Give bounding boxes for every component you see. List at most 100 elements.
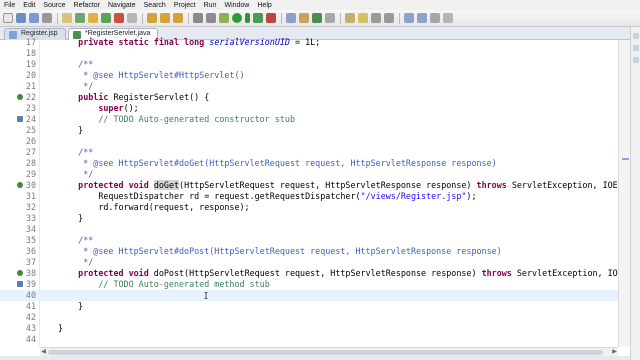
menu-window[interactable]: Window: [224, 2, 249, 9]
run-icon[interactable]: [232, 13, 242, 23]
new-package-icon[interactable]: [299, 13, 309, 23]
current-code-line[interactable]: 40: [0, 290, 618, 301]
external-tools-icon[interactable]: [266, 13, 276, 23]
search-icon[interactable]: [345, 13, 355, 23]
step-return-icon[interactable]: [173, 13, 183, 23]
code-line[interactable]: 19 /**: [0, 59, 618, 70]
code-token: public: [78, 92, 109, 102]
restore-icon[interactable]: [633, 57, 639, 63]
code-line[interactable]: 26: [0, 136, 618, 147]
code-text: public RegisterServlet() {: [58, 92, 209, 103]
code-token: * @see HttpServlet#HttpServlet(): [58, 70, 245, 80]
task-marker-icon[interactable]: [17, 281, 23, 287]
task-marker-icon[interactable]: [17, 116, 23, 122]
pin-editor-icon[interactable]: [443, 13, 453, 23]
scroll-left-icon[interactable]: ◀: [40, 348, 47, 356]
occurrence-marker[interactable]: [622, 158, 629, 160]
step-into-icon[interactable]: [147, 13, 157, 23]
code-editor[interactable]: 17 private static final long serialVersi…: [0, 37, 638, 347]
code-line[interactable]: 37 */: [0, 257, 618, 268]
back-icon[interactable]: [404, 13, 414, 23]
override-marker-icon[interactable]: [17, 94, 23, 100]
code-token: /**: [58, 235, 94, 245]
code-line[interactable]: 44: [0, 334, 618, 345]
toggle-mark-occurrences-icon[interactable]: [358, 13, 368, 23]
code-text: /**: [58, 59, 93, 70]
print-icon[interactable]: [42, 13, 52, 23]
code-line[interactable]: 41 }: [0, 301, 618, 312]
resume-icon[interactable]: [101, 13, 111, 23]
code-line[interactable]: 32 rd.forward(request, response);: [0, 202, 618, 213]
scroll-right-icon[interactable]: ▶: [611, 348, 618, 356]
menu-edit[interactable]: Edit: [23, 2, 35, 9]
code-line[interactable]: 36 * @see HttpServlet#doPost(HttpServlet…: [0, 246, 618, 257]
skip-breakpoints-icon[interactable]: [75, 13, 85, 23]
menu-help[interactable]: Help: [257, 2, 271, 9]
outline-icon[interactable]: [633, 33, 639, 39]
code-line[interactable]: 27 /**: [0, 147, 618, 158]
code-line[interactable]: 24 // TODO Auto-generated constructor st…: [0, 114, 618, 125]
menu-refactor[interactable]: Refactor: [74, 2, 100, 9]
menu-project[interactable]: Project: [174, 2, 196, 9]
disconnect-icon[interactable]: [127, 13, 137, 23]
code-line[interactable]: 38 protected void doPost(HttpServletRequ…: [0, 268, 638, 279]
menu-source[interactable]: Source: [43, 2, 65, 9]
code-line[interactable]: 30 protected void doGet(HttpServletReque…: [0, 180, 633, 191]
new-java-project-icon[interactable]: [286, 13, 296, 23]
code-text: }: [58, 125, 83, 136]
code-line[interactable]: 35 /**: [0, 235, 618, 246]
suspend-icon[interactable]: [88, 13, 98, 23]
code-line[interactable]: 29 */: [0, 169, 618, 180]
code-line[interactable]: 25 }: [0, 125, 618, 136]
open-type-icon[interactable]: [62, 13, 72, 23]
code-line[interactable]: 20 * @see HttpServlet#HttpServlet(): [0, 70, 618, 81]
code-line[interactable]: 39 // TODO Auto-generated method stub: [0, 279, 618, 290]
save-all-icon[interactable]: [29, 13, 39, 23]
tab-label: *RegisterServlet.java: [85, 30, 151, 37]
code-text: /**: [58, 147, 93, 158]
run-dropdown-icon[interactable]: [245, 13, 250, 23]
step-over-icon[interactable]: [160, 13, 170, 23]
override-marker-icon[interactable]: [17, 270, 23, 276]
open-console-icon[interactable]: [206, 13, 216, 23]
code-line[interactable]: 34: [0, 224, 618, 235]
server-icon[interactable]: [193, 13, 203, 23]
code-line[interactable]: 23 super();: [0, 103, 618, 114]
new-icon[interactable]: [3, 13, 13, 23]
code-token: super: [98, 103, 124, 113]
open-task-icon[interactable]: [325, 13, 335, 23]
horizontal-scrollbar[interactable]: ◀ ▶: [40, 347, 618, 356]
code-line[interactable]: 33 }: [0, 213, 618, 224]
code-line[interactable]: 21 */: [0, 81, 618, 92]
menu-run[interactable]: Run: [204, 2, 217, 9]
line-number: 32: [25, 202, 36, 212]
terminate-icon[interactable]: [114, 13, 124, 23]
code-line[interactable]: 43}: [0, 323, 618, 334]
task-list-icon[interactable]: [633, 45, 639, 51]
code-line[interactable]: 18: [0, 48, 618, 59]
coverage-icon[interactable]: [253, 13, 263, 23]
save-icon[interactable]: [16, 13, 26, 23]
code-token: }: [58, 213, 84, 223]
code-line[interactable]: 42: [0, 312, 618, 323]
scroll-thumb[interactable]: [48, 350, 603, 355]
code-line[interactable]: 17 private static final long serialVersi…: [0, 37, 618, 48]
previous-annotation-icon[interactable]: [384, 13, 394, 23]
menu-file[interactable]: File: [4, 2, 15, 9]
code-line[interactable]: 28 * @see HttpServlet#doGet(HttpServletR…: [0, 158, 618, 169]
override-marker-icon[interactable]: [17, 182, 23, 188]
code-text: }: [58, 323, 63, 334]
forward-icon[interactable]: [417, 13, 427, 23]
overview-ruler[interactable]: [618, 40, 630, 347]
code-token: = 1L;: [289, 37, 321, 47]
code-token: }: [58, 323, 64, 333]
last-edit-icon[interactable]: [430, 13, 440, 23]
menu-search[interactable]: Search: [144, 2, 166, 9]
debug-icon[interactable]: [219, 13, 229, 23]
code-line[interactable]: 31 RequestDispatcher rd = request.getReq…: [0, 191, 618, 202]
new-class-icon[interactable]: [312, 13, 322, 23]
code-line[interactable]: 22 public RegisterServlet() {: [0, 92, 618, 103]
next-annotation-icon[interactable]: [371, 13, 381, 23]
menu-navigate[interactable]: Navigate: [108, 2, 136, 9]
